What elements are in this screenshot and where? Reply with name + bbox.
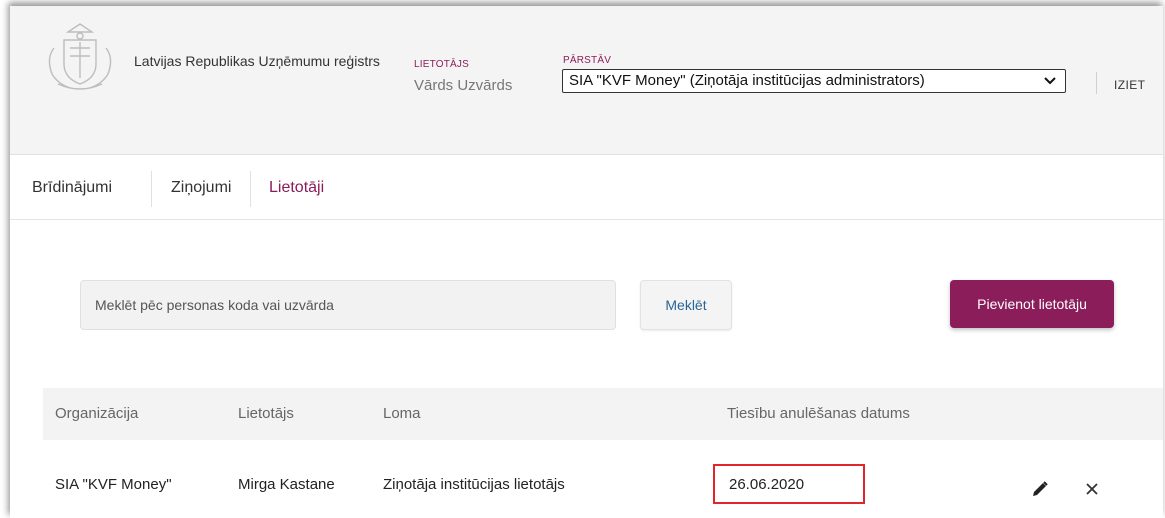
column-header-role: Loma bbox=[383, 405, 421, 422]
coat-of-arms-logo bbox=[48, 23, 112, 90]
column-header-user: Lietotājs bbox=[238, 405, 294, 422]
cell-organization: SIA "KVF Money" bbox=[55, 476, 172, 493]
represents-value: SIA "KVF Money" (Ziņotāja institūcijas a… bbox=[569, 72, 925, 89]
revoke-date-highlight: 26.06.2020 bbox=[713, 464, 865, 504]
table-row: SIA "KVF Money" Mirga Kastane Ziņotāja i… bbox=[43, 440, 1163, 518]
tab-zinojumi[interactable]: Ziņojumi bbox=[171, 179, 231, 197]
tab-divider bbox=[250, 171, 251, 207]
column-header-revoke-date: Tiesību anulēšanas datums bbox=[727, 405, 910, 422]
pencil-icon[interactable] bbox=[1031, 480, 1049, 498]
search-button[interactable]: Meklēt bbox=[640, 280, 732, 330]
tab-bridinajumi[interactable]: Brīdinājumi bbox=[32, 179, 112, 197]
user-name: Vārds Uzvārds bbox=[414, 77, 513, 94]
chevron-down-icon bbox=[1044, 77, 1056, 85]
cell-revoke-date: 26.06.2020 bbox=[729, 476, 805, 493]
org-name: Latvijas Republikas Uzņēmumu reģistrs bbox=[134, 53, 380, 69]
search-input[interactable]: Meklēt pēc personas koda vai uzvārda bbox=[80, 280, 616, 330]
tab-divider bbox=[151, 171, 152, 207]
column-header-organization: Organizācija bbox=[55, 405, 139, 422]
add-user-button[interactable]: Pievienot lietotāju bbox=[950, 280, 1114, 328]
app-window: Latvijas Republikas Uzņēmumu reģistrs LI… bbox=[10, 6, 1163, 518]
header-divider bbox=[1096, 72, 1097, 94]
user-label: LIETOTĀJS bbox=[414, 59, 469, 70]
represents-label: PĀRSTĀV bbox=[563, 55, 612, 66]
close-icon[interactable] bbox=[1083, 480, 1101, 498]
logout-link[interactable]: IZIET bbox=[1114, 78, 1145, 92]
represents-select[interactable]: SIA "KVF Money" (Ziņotāja institūcijas a… bbox=[562, 69, 1066, 93]
cell-user: Mirga Kastane bbox=[238, 476, 335, 493]
table-header: Organizācija Lietotājs Loma Tiesību anul… bbox=[43, 388, 1163, 440]
tab-lietotaji[interactable]: Lietotāji bbox=[269, 179, 324, 197]
nav-tabs: Brīdinājumi Ziņojumi Lietotāji bbox=[10, 155, 1163, 220]
cell-role: Ziņotāja institūcijas lietotājs bbox=[383, 476, 565, 493]
header: Latvijas Republikas Uzņēmumu reģistrs LI… bbox=[10, 6, 1163, 155]
